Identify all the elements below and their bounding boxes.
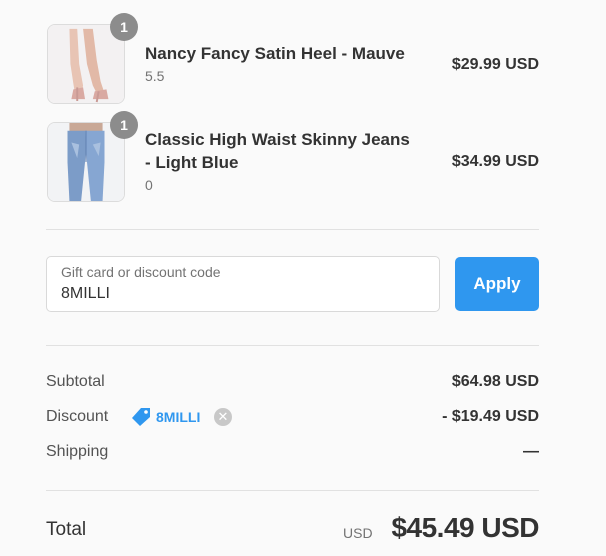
discount-code-input[interactable]: 8MILLI <box>61 285 110 303</box>
subtotal-value: $64.98 USD <box>451 373 539 390</box>
total-label: Total <box>46 519 87 540</box>
product-price: $34.99 USD <box>451 153 539 170</box>
divider <box>46 229 539 230</box>
discount-code-tag: 8MILLI <box>156 409 201 425</box>
discount-code-field[interactable]: Gift card or discount code 8MILLI <box>46 256 440 312</box>
tag-icon <box>132 408 150 426</box>
subtotal-label: Subtotal <box>46 373 105 390</box>
discount-label: Discount <box>46 408 109 425</box>
total-currency: USD <box>343 525 373 541</box>
product-variant: 0 <box>145 177 153 193</box>
remove-discount-icon[interactable]: ✕ <box>214 408 232 426</box>
shipping-value: — <box>523 443 539 460</box>
line-item: 1 Classic High Waist Skinny Jeans - Ligh… <box>46 111 539 204</box>
shipping-row: Shipping — <box>46 443 539 467</box>
divider <box>46 490 539 491</box>
product-price: $29.99 USD <box>451 56 539 73</box>
discount-value: - $19.49 USD <box>442 408 539 425</box>
quantity-badge: 1 <box>110 13 138 41</box>
product-variant: 5.5 <box>145 68 165 84</box>
discount-code-label: Gift card or discount code <box>61 264 221 280</box>
shipping-label: Shipping <box>46 443 109 460</box>
total-amount: $45.49 USD <box>391 512 539 543</box>
apply-button[interactable]: Apply <box>455 257 539 311</box>
discount-row: Discount 8MILLI ✕ - $19.49 USD <box>46 408 539 432</box>
quantity-badge: 1 <box>110 111 138 139</box>
product-name: Classic High Waist Skinny Jeans - Light … <box>145 130 410 172</box>
product-name: Nancy Fancy Satin Heel - Mauve <box>145 44 405 63</box>
subtotal-row: Subtotal $64.98 USD <box>46 373 539 397</box>
divider <box>46 345 539 346</box>
line-item: 1 Nancy Fancy Satin Heel - Mauve 5.5 $29… <box>46 13 539 106</box>
